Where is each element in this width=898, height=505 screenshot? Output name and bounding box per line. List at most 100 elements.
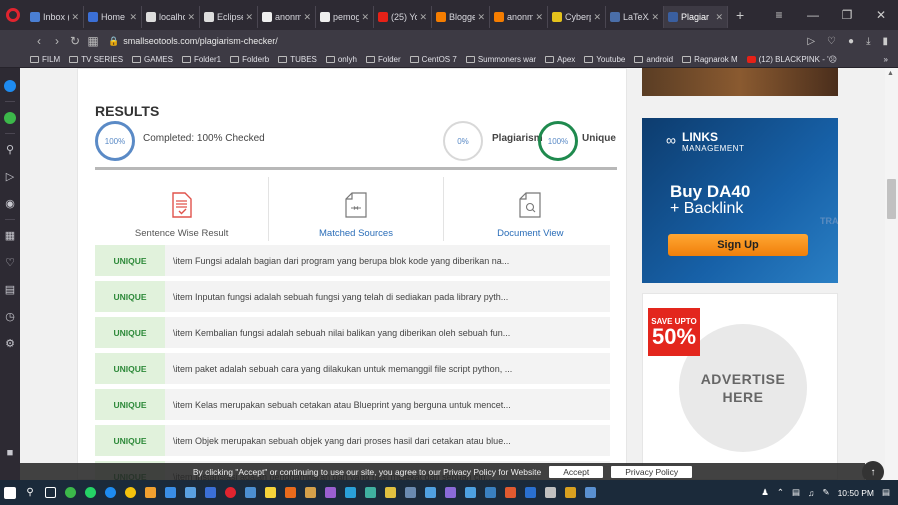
sentence-result-row[interactable]: UNIQUE \item Fungsi adalah bagian dari pr…: [95, 245, 610, 276]
taskbar-app-icon[interactable]: [180, 480, 200, 505]
document-view-tab[interactable]: Document View: [444, 177, 617, 241]
settings-icon[interactable]: ⚙: [0, 330, 20, 357]
minimize-icon[interactable]: —: [796, 8, 830, 22]
taskbar-app-icon[interactable]: [380, 480, 400, 505]
taskbar-app-icon[interactable]: [520, 480, 540, 505]
taskbar-app-icon[interactable]: [260, 480, 280, 505]
download-icon[interactable]: ⤓: [866, 36, 870, 47]
browser-tab[interactable]: LaTeX/✕: [606, 6, 664, 28]
taskbar-app-icon[interactable]: [280, 480, 300, 505]
search-icon[interactable]: ⚲: [0, 136, 20, 163]
restore-icon[interactable]: ❐: [830, 8, 864, 22]
tab-close-icon[interactable]: ✕: [477, 12, 485, 23]
browser-tab[interactable]: Blogge ✕: [432, 6, 490, 28]
tab-close-icon[interactable]: ✕: [419, 12, 427, 23]
browser-tab[interactable]: localho ✕: [142, 6, 200, 28]
sentence-result-row[interactable]: UNIQUE \item Kembalian fungsi adalah sebu…: [95, 317, 610, 348]
taskbar-app-icon[interactable]: [340, 480, 360, 505]
bookmarks-more-button[interactable]: »: [884, 55, 898, 64]
privacy-policy-button[interactable]: Privacy Policy: [611, 465, 693, 478]
bookmark-item[interactable]: Folder1: [181, 55, 221, 64]
snapshot-icon[interactable]: ◉: [0, 190, 20, 217]
tab-close-icon[interactable]: ✕: [593, 12, 601, 23]
bookmark-item[interactable]: TV SERIES: [69, 55, 123, 64]
battery-icon[interactable]: ▮: [882, 36, 888, 47]
bookmark-item[interactable]: CentOS 7: [409, 55, 457, 64]
sentence-result-row[interactable]: UNIQUE \item Objek merupakan sebuah objek…: [95, 425, 610, 456]
taskbar-app-icon[interactable]: [60, 480, 80, 505]
extension-icon[interactable]: ●: [848, 36, 854, 47]
opera-taskbar-icon[interactable]: [220, 480, 240, 505]
reload-icon[interactable]: ↻: [66, 34, 84, 48]
new-tab-button[interactable]: +: [728, 7, 752, 23]
taskbar-app-icon[interactable]: [460, 480, 480, 505]
taskbar-app-icon[interactable]: [80, 480, 100, 505]
notifications-icon[interactable]: ▤: [882, 487, 890, 498]
browser-tab[interactable]: Home | ✕: [84, 6, 142, 28]
page-scrollbar[interactable]: ▲: [885, 68, 898, 480]
tab-close-icon[interactable]: ✕: [361, 12, 369, 23]
accept-button[interactable]: Accept: [549, 465, 604, 478]
sentence-result-row[interactable]: UNIQUE \item Kelas merupakan sebuah cetak…: [95, 389, 610, 420]
whatsapp-icon[interactable]: [0, 104, 20, 131]
edge-icon[interactable]: [100, 480, 120, 505]
browser-tab[interactable]: anonm ✕: [490, 6, 548, 28]
taskbar-app-icon[interactable]: [580, 480, 600, 505]
taskbar-app-icon[interactable]: [420, 480, 440, 505]
tab-close-icon[interactable]: ✕: [187, 12, 195, 23]
browser-tab[interactable]: Cyberp ✕: [548, 6, 606, 28]
scroll-up-icon[interactable]: ▲: [887, 70, 894, 77]
sentence-wise-tab[interactable]: Sentence Wise Result: [95, 177, 270, 241]
messenger-icon[interactable]: [0, 72, 20, 99]
chrome-icon[interactable]: [120, 480, 140, 505]
pen-icon[interactable]: ✎: [822, 487, 829, 498]
history-icon[interactable]: ◷: [0, 303, 20, 330]
taskbar-app-icon[interactable]: [540, 480, 560, 505]
task-view-icon[interactable]: [40, 480, 60, 505]
tab-close-icon[interactable]: ✕: [651, 12, 659, 23]
taskbar-app-icon[interactable]: [240, 480, 260, 505]
back-icon[interactable]: ‹: [30, 34, 48, 48]
browser-tab[interactable]: pemog ✕: [316, 6, 374, 28]
taskbar-app-icon[interactable]: [160, 480, 180, 505]
bookmark-item[interactable]: Folder: [365, 55, 401, 64]
tab-close-icon[interactable]: ✕: [535, 12, 543, 23]
bookmark-item[interactable]: GAMES: [132, 55, 173, 64]
forward-icon[interactable]: ›: [48, 34, 66, 48]
tab-close-icon[interactable]: ✕: [245, 12, 253, 23]
url-field[interactable]: 🔒 smallseotools.com/plagiarism-checker/: [108, 33, 807, 49]
advertise-here-ad[interactable]: ADVERTISE HERE SAVE UPTO 50%: [642, 293, 838, 480]
bookmark-item[interactable]: Ragnarok M: [682, 55, 738, 64]
taskbar-app-icon[interactable]: [500, 480, 520, 505]
bookmark-item[interactable]: Folderb: [230, 55, 269, 64]
ad-signup-button[interactable]: Sign Up: [668, 234, 808, 256]
top-ad-banner[interactable]: [642, 68, 838, 96]
heart-icon[interactable]: ♡: [0, 249, 20, 276]
tab-close-icon[interactable]: ✕: [129, 12, 137, 23]
bookmark-item[interactable]: FILM: [30, 55, 60, 64]
bookmark-item[interactable]: android: [634, 55, 673, 64]
store-icon[interactable]: [140, 480, 160, 505]
search-icon[interactable]: ⚲: [20, 480, 40, 505]
bookmark-item[interactable]: onlyh: [325, 55, 357, 64]
speed-dial-icon[interactable]: ▦: [0, 222, 20, 249]
tab-close-icon[interactable]: ✕: [71, 12, 79, 23]
taskbar-app-icon[interactable]: [300, 480, 320, 505]
taskbar-app-icon[interactable]: [200, 480, 220, 505]
tab-close-icon[interactable]: ✕: [303, 12, 311, 23]
clock[interactable]: 10:50 PM: [838, 488, 874, 498]
flow-icon[interactable]: ▷: [0, 163, 20, 190]
matched-sources-tab[interactable]: Matched Sources: [269, 177, 444, 241]
links-management-ad[interactable]: ∞ LINKS MANAGEMENT Buy DA40 + Backlink T…: [642, 118, 838, 283]
heart-icon[interactable]: ♡: [827, 36, 836, 47]
bookmark-item[interactable]: Apex: [545, 55, 575, 64]
taskbar-app-icon[interactable]: [440, 480, 460, 505]
tray-expand-icon[interactable]: ⌃: [777, 487, 784, 498]
windows-start-icon[interactable]: [0, 480, 20, 505]
tab-menu-icon[interactable]: ≡: [762, 8, 796, 22]
bookmark-item[interactable]: Summoners war: [465, 55, 536, 64]
news-icon[interactable]: ▤: [0, 276, 20, 303]
browser-tab[interactable]: Eclipse ✕: [200, 6, 258, 28]
taskbar-app-icon[interactable]: [320, 480, 340, 505]
speed-dial-icon[interactable]: ▦: [84, 34, 102, 48]
